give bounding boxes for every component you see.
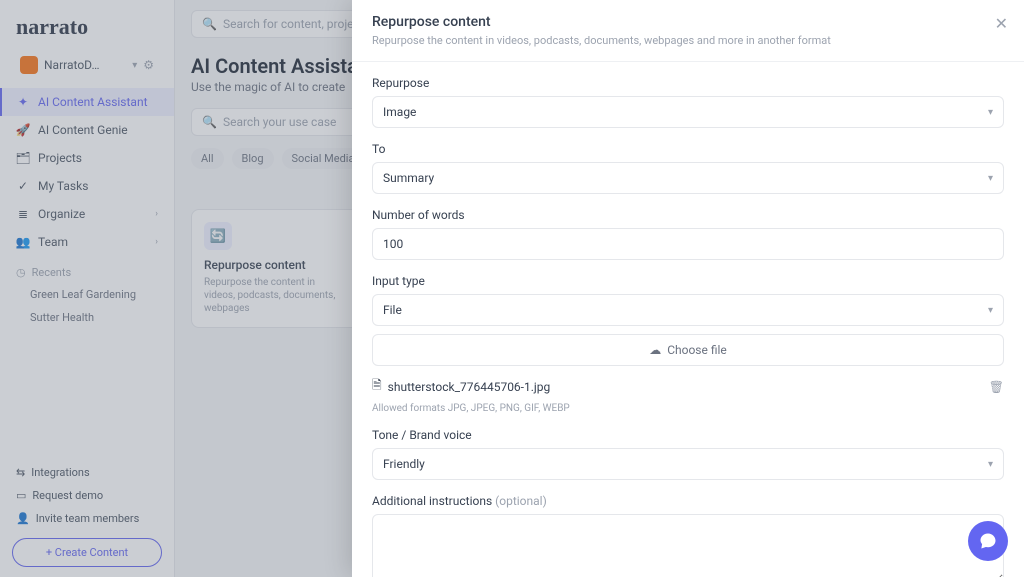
repurpose-select[interactable]: Image ▾	[372, 96, 1004, 128]
words-label: Number of words	[372, 208, 1004, 222]
chat-launcher[interactable]	[968, 521, 1008, 561]
field-repurpose: Repurpose Image ▾	[372, 76, 1004, 128]
words-input[interactable]	[372, 228, 1004, 260]
to-label: To	[372, 142, 1004, 156]
input-type-label: Input type	[372, 274, 1004, 288]
field-to: To Summary ▾	[372, 142, 1004, 194]
close-icon[interactable]: ✕	[995, 14, 1008, 33]
repurpose-modal: Repurpose content Repurpose the content …	[352, 0, 1024, 577]
chevron-down-icon: ▾	[988, 107, 993, 118]
choose-file-label: Choose file	[667, 343, 727, 357]
select-value: File	[383, 303, 402, 317]
modal-header: Repurpose content Repurpose the content …	[352, 0, 1024, 62]
chevron-down-icon: ▾	[988, 459, 993, 470]
select-value: Summary	[383, 171, 434, 185]
additional-label: Additional instructions (optional)	[372, 494, 1004, 508]
modal-subtitle: Repurpose the content in videos, podcast…	[372, 34, 1004, 47]
repurpose-label: Repurpose	[372, 76, 1004, 90]
chevron-down-icon: ▾	[988, 173, 993, 184]
uploaded-file-row: 🗎 shutterstock_776445706-1.jpg 🗑	[372, 376, 1004, 397]
select-value: Friendly	[383, 457, 425, 471]
allowed-formats-hint: Allowed formats JPG, JPEG, PNG, GIF, WEB…	[372, 403, 1004, 414]
field-additional: Additional instructions (optional) 0 / 1…	[372, 494, 1004, 577]
upload-icon: ☁	[649, 343, 661, 357]
field-words: Number of words	[372, 208, 1004, 260]
delete-file-icon[interactable]: 🗑	[989, 380, 1004, 394]
field-tone: Tone / Brand voice Friendly ▾	[372, 428, 1004, 480]
modal-body: Repurpose Image ▾ To Summary ▾ Number of w…	[352, 62, 1024, 577]
file-icon: 🗎	[372, 376, 382, 397]
chat-icon	[978, 531, 998, 551]
select-value: Image	[383, 105, 416, 119]
choose-file-button[interactable]: ☁ Choose file	[372, 334, 1004, 366]
tone-select[interactable]: Friendly ▾	[372, 448, 1004, 480]
file-name: shutterstock_776445706-1.jpg	[388, 380, 551, 394]
tone-label: Tone / Brand voice	[372, 428, 1004, 442]
input-type-select[interactable]: File ▾	[372, 294, 1004, 326]
additional-textarea[interactable]	[372, 514, 1004, 577]
chevron-down-icon: ▾	[988, 305, 993, 316]
to-select[interactable]: Summary ▾	[372, 162, 1004, 194]
modal-title: Repurpose content	[372, 14, 1004, 30]
field-input-type: Input type File ▾ ☁ Choose file 🗎 shutters…	[372, 274, 1004, 414]
